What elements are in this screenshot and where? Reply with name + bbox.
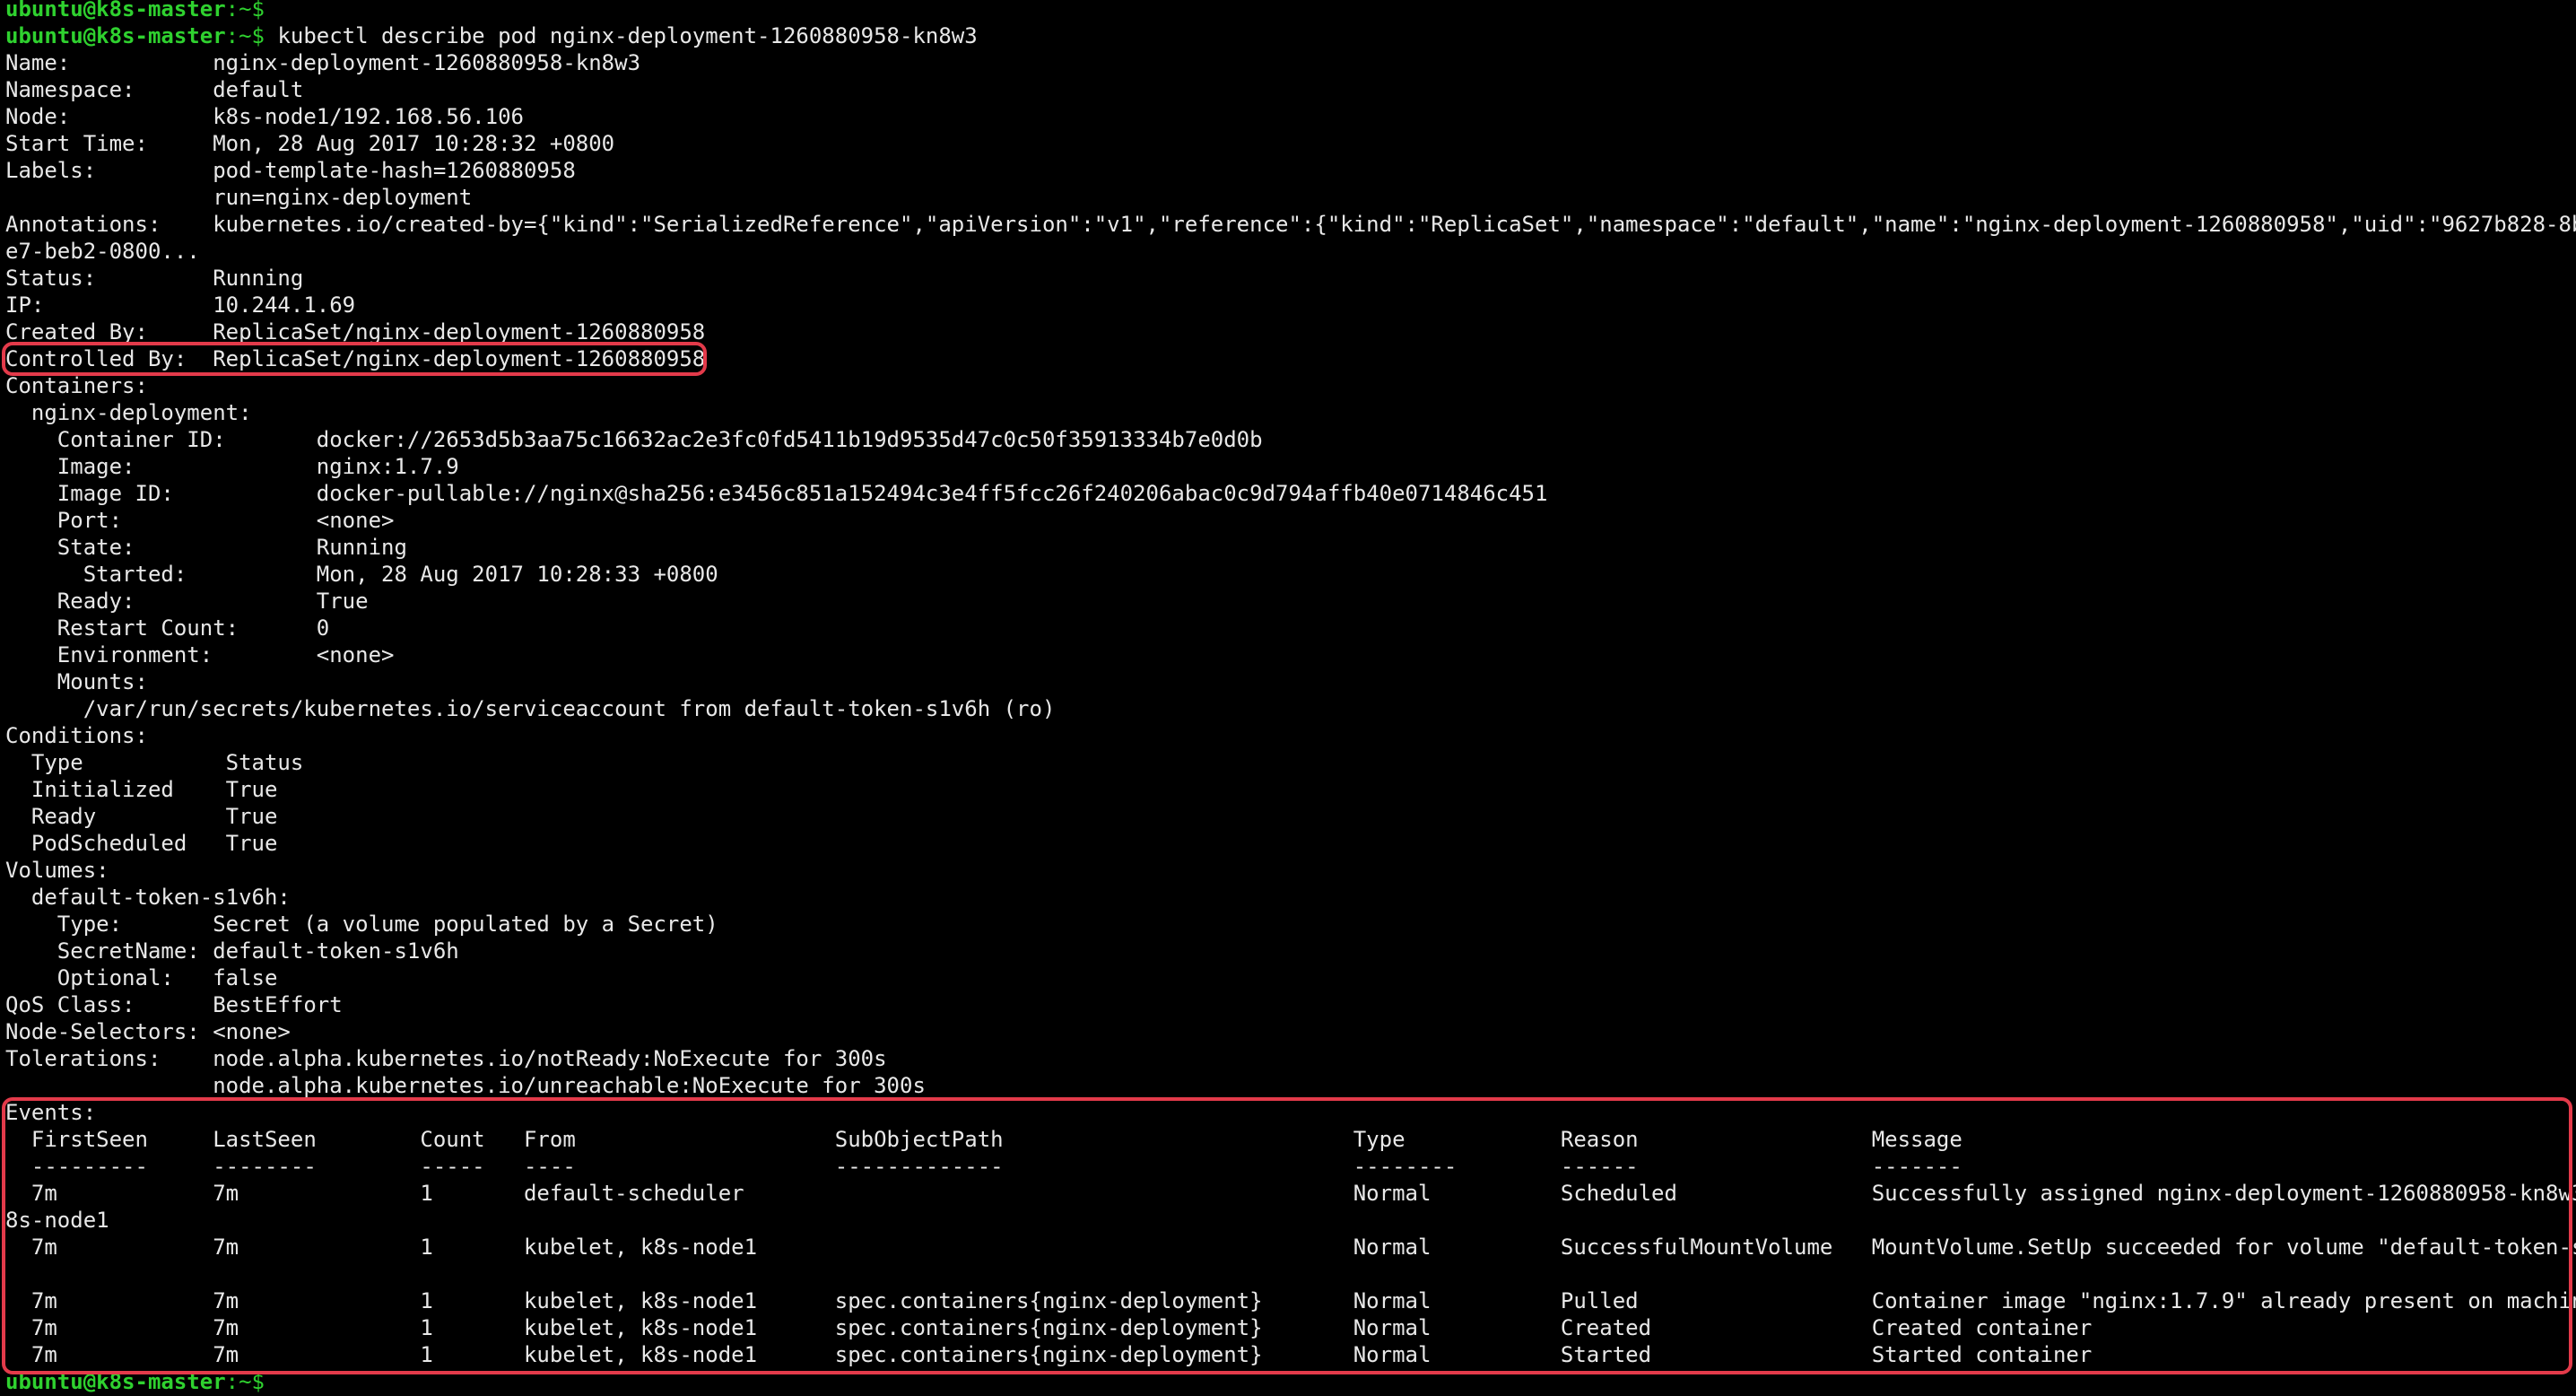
output-line: Containers:: [5, 373, 148, 398]
output-line: Annotations: kubernetes.io/created-by={"…: [5, 212, 2576, 237]
output-line: Namespace: default: [5, 77, 304, 102]
output-line: PodScheduled True: [5, 831, 278, 856]
command-text: kubectl describe pod nginx-deployment-12…: [277, 23, 978, 48]
output-line: /var/run/secrets/kubernetes.io/serviceac…: [5, 696, 1056, 721]
output-line: SecretName: default-token-s1v6h: [5, 938, 459, 964]
output-line: Port: <none>: [5, 508, 395, 533]
command-line: ubuntu@k8s-master:~$ kubectl describe po…: [5, 22, 978, 49]
output-line: Conditions:: [5, 723, 148, 748]
output-line: Start Time: Mon, 28 Aug 2017 10:28:32 +0…: [5, 131, 615, 156]
output-line: Container ID: docker://2653d5b3aa75c1663…: [5, 427, 1263, 452]
output-line: Environment: <none>: [5, 642, 395, 667]
output-line: Tolerations: node.alpha.kubernetes.io/no…: [5, 1046, 887, 1071]
output-line: Node-Selectors: <none>: [5, 1019, 291, 1044]
output-line: e7-beb2-0800...: [5, 239, 200, 264]
output-line: run=nginx-deployment: [5, 185, 473, 210]
output-line: Image ID: docker-pullable://nginx@sha256…: [5, 481, 1548, 506]
output-line: Volumes:: [5, 858, 109, 883]
prompt-path: :~$: [225, 23, 278, 48]
output-line: node.alpha.kubernetes.io/unreachable:NoE…: [5, 1073, 926, 1098]
output-line: default-token-s1v6h:: [5, 885, 291, 910]
events-highlight-box: [2, 1097, 2572, 1374]
output-line: Type: Secret (a volume populated by a Se…: [5, 912, 718, 937]
terminal-window[interactable]: ubuntu@k8s-master:~$ ubuntu@k8s-master:~…: [0, 0, 2576, 1396]
prompt-user-host: ubuntu@k8s-master: [5, 23, 226, 48]
output-line: Optional: false: [5, 965, 278, 990]
controlled-by-highlight-box: [2, 342, 707, 376]
output-line: State: Running: [5, 535, 407, 560]
output-line: Ready True: [5, 804, 278, 829]
output-line: Image: nginx:1.7.9: [5, 454, 459, 479]
output-line: Initialized True: [5, 777, 278, 802]
output-line: Type Status: [5, 750, 304, 775]
output-line: Ready: True: [5, 589, 369, 614]
output-line: Name: nginx-deployment-1260880958-kn8w3: [5, 50, 641, 75]
output-line: Restart Count: 0: [5, 615, 330, 641]
output-line: IP: 10.244.1.69: [5, 292, 356, 318]
output-line: Status: Running: [5, 266, 304, 291]
output-line: Started: Mon, 28 Aug 2017 10:28:33 +0800: [5, 562, 718, 587]
prompt-path: :~$: [225, 0, 278, 22]
output-line: Mounts:: [5, 669, 148, 694]
output-line: Labels: pod-template-hash=1260880958: [5, 158, 576, 183]
output-line: Node: k8s-node1/192.168.56.106: [5, 104, 524, 129]
output-line: nginx-deployment:: [5, 400, 252, 425]
prompt-line-top: ubuntu@k8s-master:~$: [5, 0, 277, 22]
output-line: QoS Class: BestEffort: [5, 992, 343, 1017]
prompt-user-host: ubuntu@k8s-master: [5, 0, 226, 22]
